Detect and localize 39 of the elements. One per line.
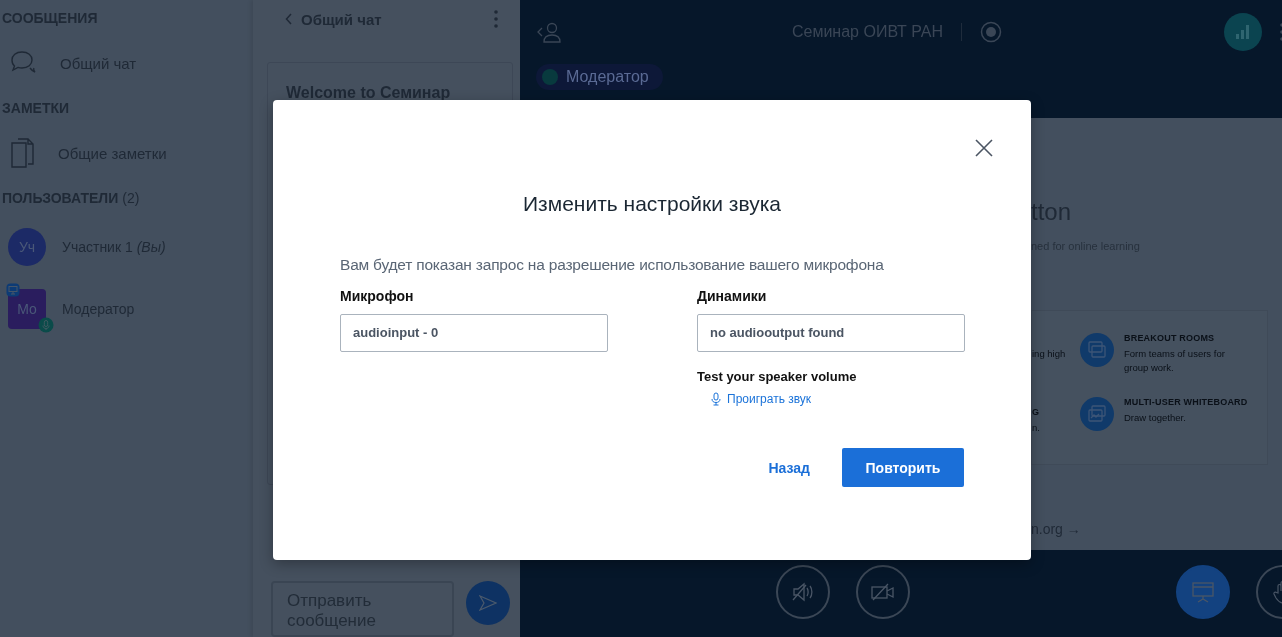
video-button[interactable] xyxy=(856,565,910,619)
stacked-windows-icon xyxy=(1080,333,1114,367)
feature-title: BREAKOUT ROOMS xyxy=(1124,333,1216,343)
documents-icon xyxy=(10,137,36,169)
record-icon[interactable] xyxy=(980,21,1003,43)
retry-button[interactable]: Повторить xyxy=(842,448,964,487)
presentation-icon xyxy=(1191,581,1215,603)
microphone-icon xyxy=(711,392,721,406)
close-button[interactable] xyxy=(975,139,993,157)
camera-off-icon xyxy=(871,583,895,601)
feature-text: ing high xyxy=(1032,347,1066,361)
send-button[interactable] xyxy=(466,581,510,625)
feature-text: Form teams of users for group work. xyxy=(1124,347,1226,375)
back-button[interactable]: Назад xyxy=(768,459,810,476)
role-badge: Модератор xyxy=(536,64,663,90)
test-label: Test your speaker volume xyxy=(697,369,857,384)
field-label: Микрофон xyxy=(340,288,414,304)
speaker-muted-icon xyxy=(792,582,814,602)
field-label: Динамики xyxy=(697,288,767,304)
speakers-select[interactable]: no audiooutput found xyxy=(697,314,965,352)
user-toggle-icon[interactable] xyxy=(536,21,562,43)
feature-text: Draw together. xyxy=(1124,410,1187,425)
close-icon xyxy=(975,139,993,157)
presentation-button[interactable] xyxy=(1176,565,1230,619)
whiteboard-icon xyxy=(1080,396,1114,431)
send-icon xyxy=(479,595,497,611)
feature-title: MULTI-USER WHITEBOARD xyxy=(1124,396,1248,407)
chat-bubbles-icon xyxy=(10,50,38,76)
dialog-description: Вам будет показан запрос на разрешение использование вашего микрофона xyxy=(340,256,885,274)
signal-bars-icon[interactable] xyxy=(1224,13,1262,51)
chevron-left-icon xyxy=(285,13,293,26)
play-sound-link[interactable]: Проиграть звук xyxy=(711,392,812,406)
feature-title: G xyxy=(1032,406,1040,417)
more-options-icon[interactable] xyxy=(494,10,498,29)
microphone-select[interactable]: audioinput - 0 xyxy=(340,314,608,352)
dialog-title: Изменить настройки звука xyxy=(522,192,782,216)
user-avatar[interactable]: Мо xyxy=(8,289,46,329)
feature-text: n. xyxy=(1032,420,1040,435)
audio-button[interactable] xyxy=(776,565,830,619)
